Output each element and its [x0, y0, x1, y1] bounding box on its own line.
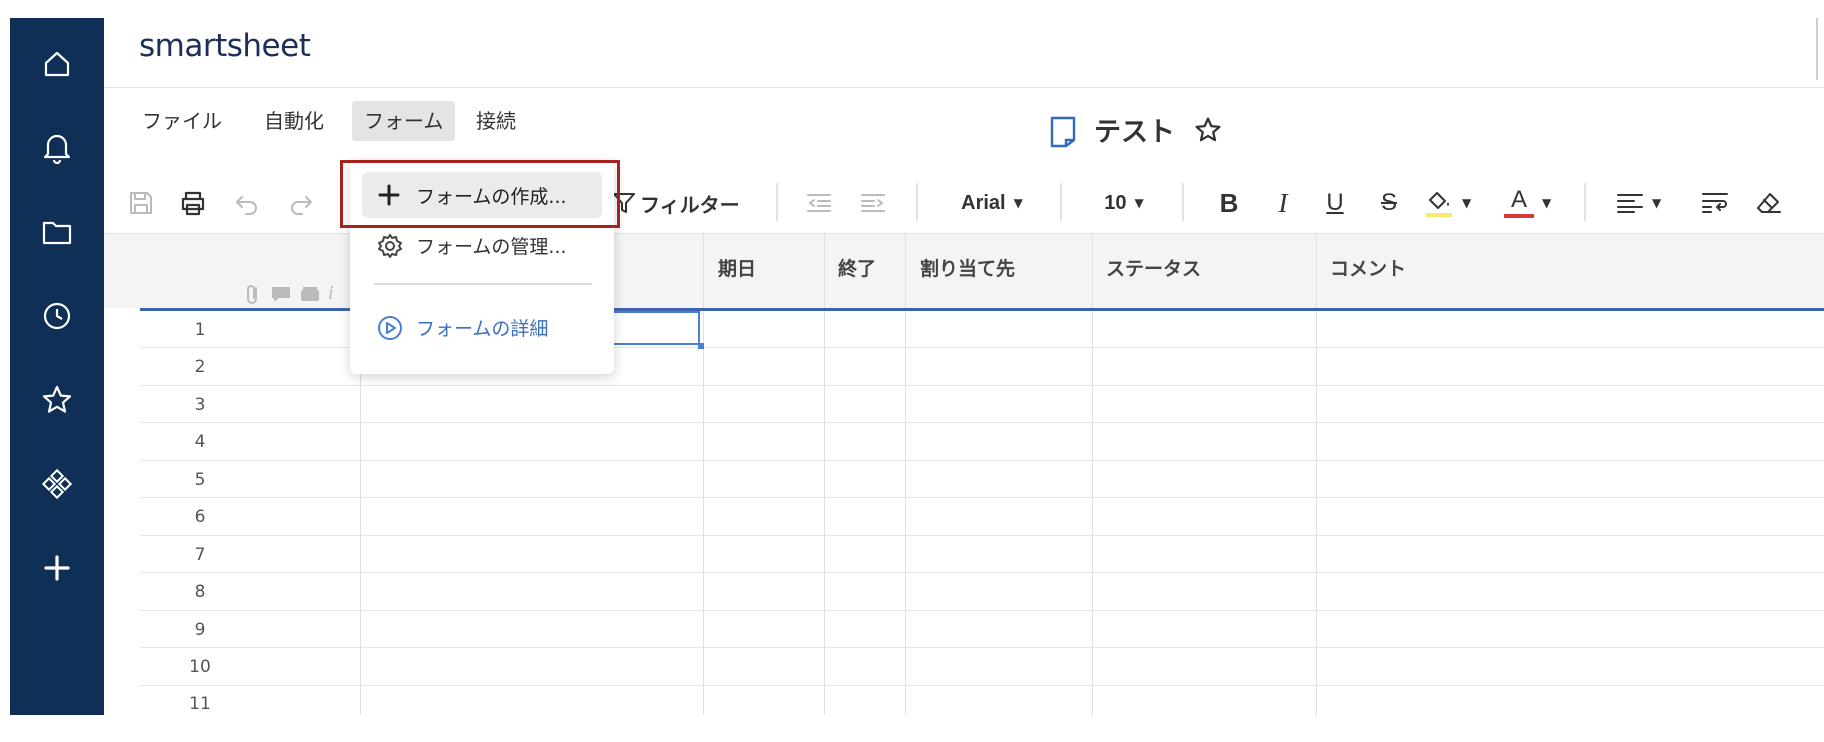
- manage-forms-menu-item[interactable]: フォームの管理...: [362, 224, 602, 268]
- italic-button[interactable]: I: [1266, 184, 1300, 222]
- left-nav-rail: [10, 18, 104, 715]
- row-number[interactable]: 1: [170, 320, 230, 340]
- row-number[interactable]: 6: [170, 507, 230, 527]
- chevron-down-icon: ▼: [1542, 196, 1552, 210]
- menu-file[interactable]: ファイル: [130, 101, 234, 141]
- form-details-menu-item[interactable]: フォームの詳細: [362, 306, 602, 350]
- toolbar-separator: [1060, 183, 1062, 221]
- filter-label: フィルター: [640, 192, 740, 217]
- font-size-value: 10: [1104, 191, 1127, 214]
- chevron-down-icon: ▼: [1652, 196, 1662, 210]
- print-icon[interactable]: [176, 184, 210, 222]
- font-size-select[interactable]: 10 ▼: [1094, 184, 1154, 222]
- toolbar-separator: [776, 183, 778, 221]
- font-color-button[interactable]: A ▼: [1504, 184, 1564, 222]
- column-divider[interactable]: [824, 234, 825, 715]
- font-family-select[interactable]: Arial ▼: [950, 184, 1034, 222]
- comment-icon: [272, 286, 290, 302]
- chevron-down-icon: ▼: [1134, 196, 1144, 210]
- column-header-comment[interactable]: コメント: [1330, 254, 1406, 281]
- toolbar-separator: [1584, 183, 1586, 221]
- menu-automation[interactable]: 自動化: [252, 101, 336, 141]
- form-details-label: フォームの詳細: [416, 318, 549, 340]
- menu-connections[interactable]: 接続: [464, 101, 528, 141]
- folder-icon[interactable]: [10, 202, 104, 262]
- apps-icon[interactable]: [10, 454, 104, 514]
- gear-icon: [378, 234, 402, 258]
- align-left-icon: [1617, 194, 1643, 213]
- info-icon: i: [328, 282, 334, 304]
- font-color-icon: A: [1504, 188, 1534, 218]
- font-family-value: Arial: [961, 191, 1006, 214]
- row-number[interactable]: 4: [170, 432, 230, 452]
- row-number[interactable]: 10: [170, 657, 230, 677]
- strikethrough-button[interactable]: S: [1372, 184, 1406, 222]
- clock-icon[interactable]: [10, 286, 104, 346]
- row-number[interactable]: 2: [170, 357, 230, 377]
- underline-button[interactable]: U: [1318, 184, 1352, 222]
- undo-icon[interactable]: [230, 184, 264, 222]
- fill-handle[interactable]: [698, 343, 704, 349]
- bold-button[interactable]: B: [1212, 184, 1246, 222]
- outdent-icon[interactable]: [802, 184, 836, 222]
- column-header-due[interactable]: 期日: [718, 254, 756, 281]
- menu-forms[interactable]: フォーム: [352, 101, 456, 141]
- chevron-down-icon: ▼: [1462, 196, 1472, 210]
- manage-forms-label: フォームの管理...: [416, 236, 567, 258]
- chevron-down-icon: ▼: [1013, 196, 1023, 210]
- sheet-title[interactable]: テスト: [1094, 110, 1175, 149]
- header-scrollbar[interactable]: [1816, 18, 1818, 80]
- row-number[interactable]: 9: [170, 620, 230, 640]
- row-number[interactable]: 7: [170, 545, 230, 565]
- attachment-icon: [247, 284, 257, 304]
- column-divider[interactable]: [703, 234, 704, 715]
- bell-icon[interactable]: [10, 118, 104, 178]
- fill-color-button[interactable]: ▼: [1424, 184, 1484, 222]
- proof-icon: [301, 286, 319, 301]
- column-header-status[interactable]: ステータス: [1106, 254, 1201, 281]
- smartsheet-logo[interactable]: smartsheet: [139, 28, 311, 64]
- column-divider[interactable]: [905, 234, 906, 715]
- star-icon[interactable]: [10, 370, 104, 430]
- play-circle-icon: [378, 316, 402, 340]
- column-header-assignee[interactable]: 割り当て先: [920, 254, 1015, 281]
- toolbar-separator: [916, 183, 918, 221]
- fill-color-icon: [1426, 192, 1452, 217]
- column-header-done[interactable]: 終了: [838, 254, 876, 281]
- row-number[interactable]: 3: [170, 395, 230, 415]
- menu-divider: [374, 283, 592, 285]
- align-button[interactable]: ▼: [1616, 184, 1676, 222]
- row-header-icons: i: [244, 282, 334, 305]
- home-icon[interactable]: [10, 34, 104, 94]
- column-divider[interactable]: [1092, 234, 1093, 715]
- wrap-text-icon[interactable]: [1698, 184, 1732, 222]
- save-icon[interactable]: [124, 184, 158, 222]
- filter-button[interactable]: フィルター: [612, 184, 748, 222]
- plus-icon[interactable]: [10, 538, 104, 598]
- indent-icon[interactable]: [856, 184, 890, 222]
- header-divider: [104, 87, 1824, 88]
- row-number[interactable]: 11: [170, 694, 230, 714]
- sheet-icon: [1050, 116, 1076, 152]
- toolbar-separator: [1182, 183, 1184, 221]
- row-number[interactable]: 8: [170, 582, 230, 602]
- clear-format-icon[interactable]: [1752, 184, 1786, 222]
- column-divider[interactable]: [1316, 234, 1317, 715]
- favorite-star-icon[interactable]: [1194, 116, 1222, 148]
- annotation-highlight-box: [340, 160, 620, 228]
- row-number[interactable]: 5: [170, 470, 230, 490]
- redo-icon[interactable]: [284, 184, 318, 222]
